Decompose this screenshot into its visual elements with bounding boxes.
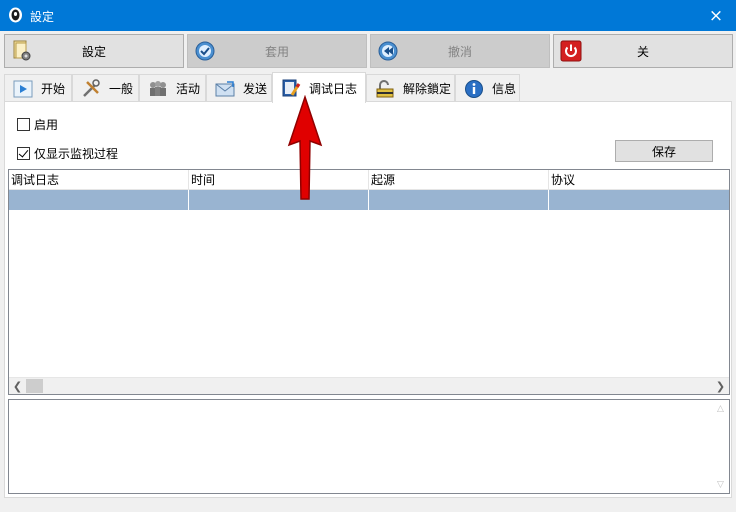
undo-button-label: 撤消 (447, 44, 472, 59)
tab-send-label: 发送 (243, 82, 268, 96)
undo-button[interactable]: 撤消 (370, 34, 550, 68)
scroll-right-button[interactable]: ❯ (712, 378, 729, 394)
tab-debug-log-label: 调试日志 (309, 81, 358, 96)
tab-info-label: 信息 (492, 82, 517, 96)
settings-file-icon (13, 40, 31, 61)
monitor-only-checkbox[interactable]: 仅显示监视过程 (17, 145, 118, 162)
scroll-left-button[interactable]: ❮ (9, 378, 26, 394)
settings-button-label: 設定 (81, 44, 106, 59)
scroll-down-button[interactable]: ▽ (712, 476, 729, 493)
debug-log-table: 调试日志 时间 起源 协议 ❮ ❯ (8, 169, 730, 395)
column-header-protocol[interactable]: 协议 (549, 170, 729, 190)
padlock-icon (376, 79, 394, 97)
play-icon (13, 80, 33, 97)
column-header-debug-log[interactable]: 调试日志 (9, 170, 189, 190)
apply-button[interactable]: 套用 (187, 34, 367, 68)
table-cell (369, 190, 549, 210)
tab-general-label: 一般 (109, 82, 134, 96)
chevron-down-icon: ▽ (717, 479, 724, 490)
chevron-right-icon: ❯ (715, 379, 726, 393)
title-bar: 設定 × (0, 0, 736, 31)
tab-start-label: 开始 (41, 82, 66, 96)
undo-rewind-icon (378, 41, 398, 61)
tab-general[interactable]: 一般 (72, 74, 139, 102)
info-icon (465, 79, 483, 98)
tab-activity-label: 活动 (176, 82, 201, 96)
enable-checkbox-label: 启用 (34, 118, 59, 132)
tab-unlock-label: 解除鎖定 (403, 82, 452, 96)
column-header-source[interactable]: 起源 (369, 170, 549, 190)
tab-strip: 开始 一般 活动 发送 调试日志 解除鎖定 信息 (4, 72, 732, 103)
table-cell (549, 190, 729, 210)
save-button-label: 保存 (651, 144, 676, 159)
log-detail-textarea[interactable]: △ ▽ (8, 399, 730, 494)
apply-button-label: 套用 (264, 44, 289, 59)
tools-icon (83, 78, 100, 97)
close-icon: × (708, 5, 724, 26)
settings-button[interactable]: 設定 (4, 34, 184, 68)
close-window-button[interactable]: × (696, 0, 736, 31)
red-arrow-annotation (287, 95, 323, 200)
envelope-icon (215, 80, 235, 96)
table-row[interactable] (9, 190, 729, 210)
tab-unlock[interactable]: 解除鎖定 (366, 74, 455, 102)
scrollbar-thumb[interactable] (26, 379, 43, 393)
app-icon (9, 7, 22, 23)
tab-send[interactable]: 发送 (206, 74, 272, 102)
enable-checkbox[interactable]: 启用 (17, 116, 58, 133)
chevron-up-icon: △ (717, 403, 724, 414)
tab-info[interactable]: 信息 (455, 74, 520, 102)
column-header-time[interactable]: 时间 (189, 170, 369, 190)
power-icon (560, 40, 582, 62)
enable-checkbox-box[interactable] (17, 118, 30, 131)
monitor-only-checkbox-box[interactable] (17, 147, 30, 160)
apply-check-icon (195, 41, 215, 61)
close-button[interactable]: 关 (553, 34, 733, 68)
monitor-only-checkbox-label: 仅显示监视过程 (34, 147, 119, 161)
horizontal-scrollbar[interactable]: ❮ ❯ (9, 377, 729, 394)
chevron-left-icon: ❮ (12, 379, 23, 393)
people-icon (150, 80, 166, 96)
status-bar (0, 500, 736, 512)
close-button-label: 关 (636, 44, 649, 59)
vertical-scrollbar[interactable]: △ ▽ (712, 400, 729, 493)
debug-log-panel: 启用 仅显示监视过程 保存 调试日志 时间 起源 协议 ❮ ❯ △ ▽ (4, 101, 732, 498)
tab-start[interactable]: 开始 (4, 74, 72, 102)
table-cell (189, 190, 369, 210)
save-button[interactable]: 保存 (615, 140, 713, 162)
table-cell (9, 190, 189, 210)
window-title: 設定 (30, 10, 55, 24)
table-header: 调试日志 时间 起源 协议 (9, 170, 729, 190)
tab-activity[interactable]: 活动 (139, 74, 206, 102)
scroll-up-button[interactable]: △ (712, 400, 729, 417)
